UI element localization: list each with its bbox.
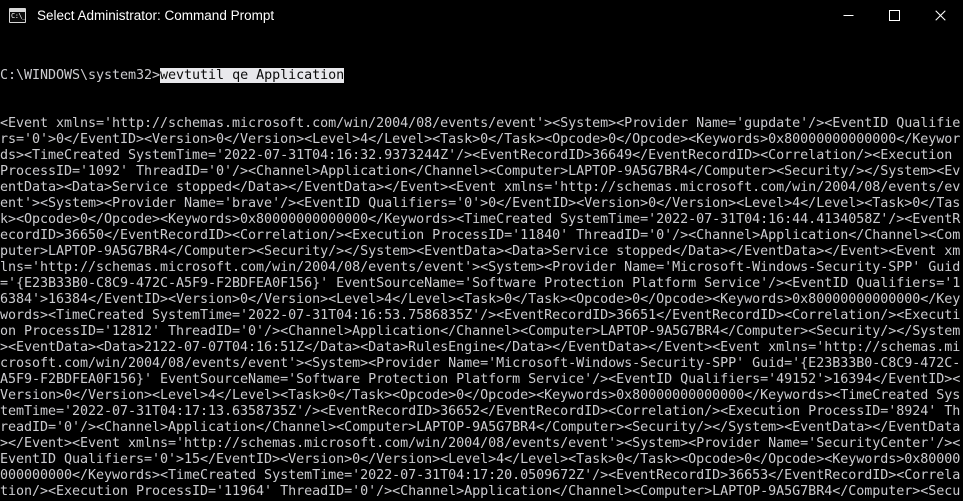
maximize-icon: [888, 10, 900, 21]
title-bar-left: C:\_ Select Administrator: Command Promp…: [0, 8, 825, 24]
console-line: temTime='2022-07-31T04:17:13.6358735Z'/>…: [0, 404, 961, 419]
console-line: on ProcessID='12812' ThreadID='0'/><Chan…: [0, 324, 961, 339]
selected-command-text[interactable]: wevtutil qe Application: [160, 68, 344, 83]
command-prompt-window: C:\_ Select Administrator: Command Promp…: [0, 0, 963, 501]
minimize-icon: [843, 15, 853, 16]
console-line: ></Event><Event xmlns='http://schemas.mi…: [0, 436, 961, 451]
close-button[interactable]: [917, 0, 963, 31]
title-bar[interactable]: C:\_ Select Administrator: Command Promp…: [0, 0, 963, 31]
console-line: readID='0'/><Channel>Application</Channe…: [0, 420, 961, 435]
console-line: EventID Qualifiers='0'>15</EventID><Vers…: [0, 452, 961, 467]
console-line: 6384'>16384</EventID><Version>0</Version…: [0, 292, 961, 307]
command-line: C:\WINDOWS\system32>wevtutil qe Applicat…: [0, 68, 963, 84]
console-line: lns='http://schemas.microsoft.com/win/20…: [0, 260, 961, 275]
maximize-button[interactable]: [871, 0, 917, 31]
minimize-button[interactable]: [825, 0, 871, 31]
console-line: A5F9-F2BDFEA0F156}' EventSourceName='Sof…: [0, 372, 961, 387]
console-line: ecordID>36650</EventRecordID><Correlatio…: [0, 228, 961, 243]
console-line: ='{E23B33B0-C8C9-472C-A5F9-F2BDFEA0F156}…: [0, 276, 961, 291]
console-line: ProcessID='1092' ThreadID='0'/><Channel>…: [0, 164, 961, 179]
window-controls: [825, 0, 963, 31]
console-line: ds><TimeCreated SystemTime='2022-07-31T0…: [0, 148, 961, 163]
console-line: puter>LAPTOP-9A5G7BR4</Computer><Securit…: [0, 244, 961, 259]
console-line: ><EventData><Data>2122-07-07T04:16:51Z</…: [0, 340, 961, 355]
console-output-lines: <Event xmlns='http://schemas.microsoft.c…: [0, 116, 963, 501]
console-line: crosoft.com/win/2004/08/events/event'><S…: [0, 356, 961, 371]
cmd-console-icon: C:\_: [9, 8, 26, 23]
console-line: rs='0'>0</EventID><Version>0</Version><L…: [0, 132, 961, 147]
console-line: 000000000</Keywords><TimeCreated SystemT…: [0, 468, 961, 483]
console-line: ent'><System><Provider Name='brave'/><Ev…: [0, 196, 961, 211]
close-icon: [934, 10, 946, 21]
cmd-icon-prompt-glyph: C:\_: [11, 12, 26, 20]
console-line: words><TimeCreated SystemTime='2022-07-3…: [0, 308, 961, 323]
console-line: k><Opcode>0</Opcode><Keywords>0x80000000…: [0, 212, 961, 227]
console-line: Version>0</Version><Level>4</Level><Task…: [0, 388, 961, 403]
console-line: entData><Data>Service stopped</Data></Ev…: [0, 180, 961, 195]
window-title: Select Administrator: Command Prompt: [37, 7, 275, 23]
console-line: <Event xmlns='http://schemas.microsoft.c…: [0, 116, 961, 131]
console-output-area[interactable]: C:\WINDOWS\system32>wevtutil qe Applicat…: [0, 31, 963, 501]
prompt-text: C:\WINDOWS\system32>: [0, 68, 161, 83]
console-line: tion/><Execution ProcessID='11964' Threa…: [0, 484, 961, 499]
